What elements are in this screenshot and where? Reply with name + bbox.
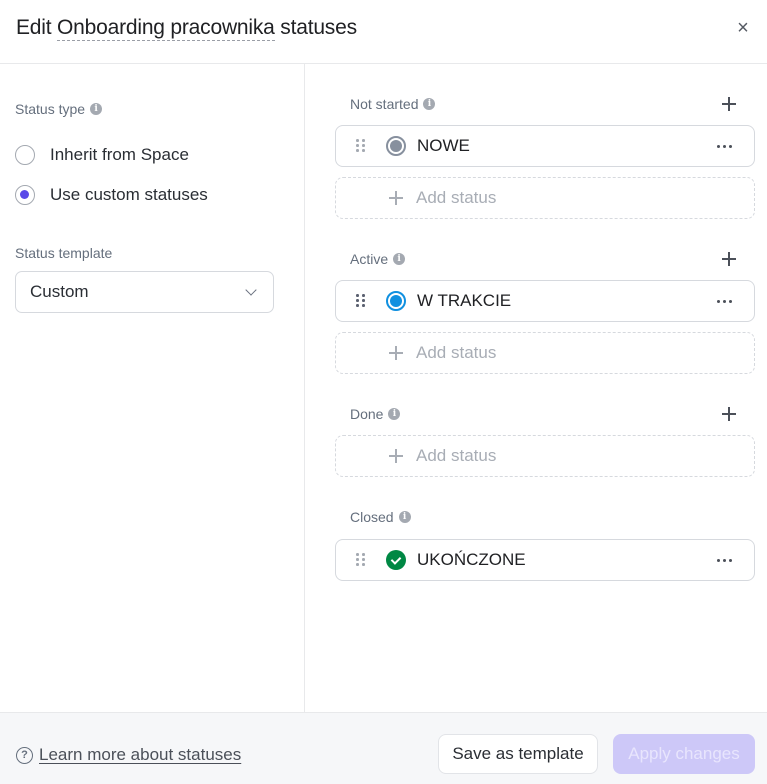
group-label: Closed i xyxy=(350,509,411,525)
plus-icon xyxy=(389,191,403,205)
info-icon[interactable]: i xyxy=(398,511,411,523)
plus-icon xyxy=(389,346,403,360)
add-status-label: Add status xyxy=(416,188,497,207)
info-icon[interactable]: i xyxy=(90,103,103,115)
group-closed: Closed i UKOŃCZONE xyxy=(335,505,755,581)
add-status-plus-icon[interactable] xyxy=(719,404,739,424)
status-name[interactable]: W TRAKCIE xyxy=(417,291,511,311)
status-type-text: Status type xyxy=(15,101,86,117)
statuses-panel: Not started i NOWE Add status Active i W… xyxy=(305,64,767,712)
add-status-label: Add status xyxy=(416,343,497,362)
drag-handle-icon[interactable] xyxy=(356,553,366,567)
group-label-text: Closed xyxy=(350,509,394,525)
help-icon: ? xyxy=(16,746,33,764)
status-type-label: Status type i xyxy=(15,101,103,117)
chevron-down-icon xyxy=(245,284,257,296)
add-status-plus-icon[interactable] xyxy=(719,249,739,269)
status-name[interactable]: UKOŃCZONE xyxy=(417,550,526,570)
group-label-text: Active xyxy=(350,251,389,267)
modal-title: Edit Onboarding pracownika statuses xyxy=(16,16,357,41)
more-options-icon[interactable] xyxy=(717,145,732,148)
modal-footer: ? Learn more about statuses Save as temp… xyxy=(0,712,767,784)
save-as-template-button[interactable]: Save as template xyxy=(438,734,598,774)
status-template-label: Status template xyxy=(15,245,113,261)
radio-label: Inherit from Space xyxy=(50,145,189,164)
learn-more-link[interactable]: ? Learn more about statuses xyxy=(16,745,241,765)
status-row[interactable]: W TRAKCIE xyxy=(335,280,755,322)
group-label-text: Not started xyxy=(350,96,419,112)
more-options-icon[interactable] xyxy=(717,559,732,562)
check-circle-icon[interactable] xyxy=(386,550,406,570)
title-prefix: Edit xyxy=(16,16,52,39)
status-name[interactable]: NOWE xyxy=(417,136,470,156)
apply-changes-button[interactable]: Apply changes xyxy=(613,734,755,774)
status-row[interactable]: UKOŃCZONE xyxy=(335,539,755,581)
plus-icon xyxy=(389,449,403,463)
radio-use-custom-statuses[interactable]: Use custom statuses xyxy=(15,185,208,205)
info-icon[interactable]: i xyxy=(388,408,401,420)
info-icon[interactable]: i xyxy=(423,98,436,110)
drag-handle-icon[interactable] xyxy=(356,139,366,153)
close-icon[interactable]: × xyxy=(733,16,753,40)
group-not-started: Not started i NOWE Add status xyxy=(335,92,755,219)
status-circle-icon[interactable] xyxy=(386,136,406,156)
add-status-plus-icon[interactable] xyxy=(719,94,739,114)
status-row[interactable]: NOWE xyxy=(335,125,755,167)
info-icon[interactable]: i xyxy=(393,253,406,265)
add-status-button[interactable]: Add status xyxy=(335,177,755,219)
status-type-panel: Status type i Inherit from Space Use cus… xyxy=(0,64,305,712)
drag-handle-icon[interactable] xyxy=(356,294,366,308)
group-label: Active i xyxy=(350,251,406,267)
group-label-text: Done xyxy=(350,406,384,422)
status-template-select[interactable]: Custom xyxy=(15,271,274,313)
radio-label: Use custom statuses xyxy=(50,185,208,204)
group-done: Done i Add status xyxy=(335,402,755,477)
more-options-icon[interactable] xyxy=(717,300,732,303)
learn-more-text[interactable]: Learn more about statuses xyxy=(39,745,241,765)
add-status-label: Add status xyxy=(416,446,497,465)
status-template-value: Custom xyxy=(30,282,89,301)
radio-button[interactable] xyxy=(15,145,35,165)
radio-button-checked[interactable] xyxy=(15,185,35,205)
list-name-link[interactable]: Onboarding pracownika xyxy=(57,16,275,41)
title-suffix: statuses xyxy=(280,16,357,39)
group-label: Done i xyxy=(350,406,401,422)
radio-inherit-from-space[interactable]: Inherit from Space xyxy=(15,145,189,165)
add-status-button[interactable]: Add status xyxy=(335,435,755,477)
add-status-button[interactable]: Add status xyxy=(335,332,755,374)
modal-header: Edit Onboarding pracownika statuses × xyxy=(0,0,767,64)
group-label: Not started i xyxy=(350,96,436,112)
group-active: Active i W TRAKCIE Add status xyxy=(335,247,755,374)
status-circle-icon[interactable] xyxy=(386,291,406,311)
